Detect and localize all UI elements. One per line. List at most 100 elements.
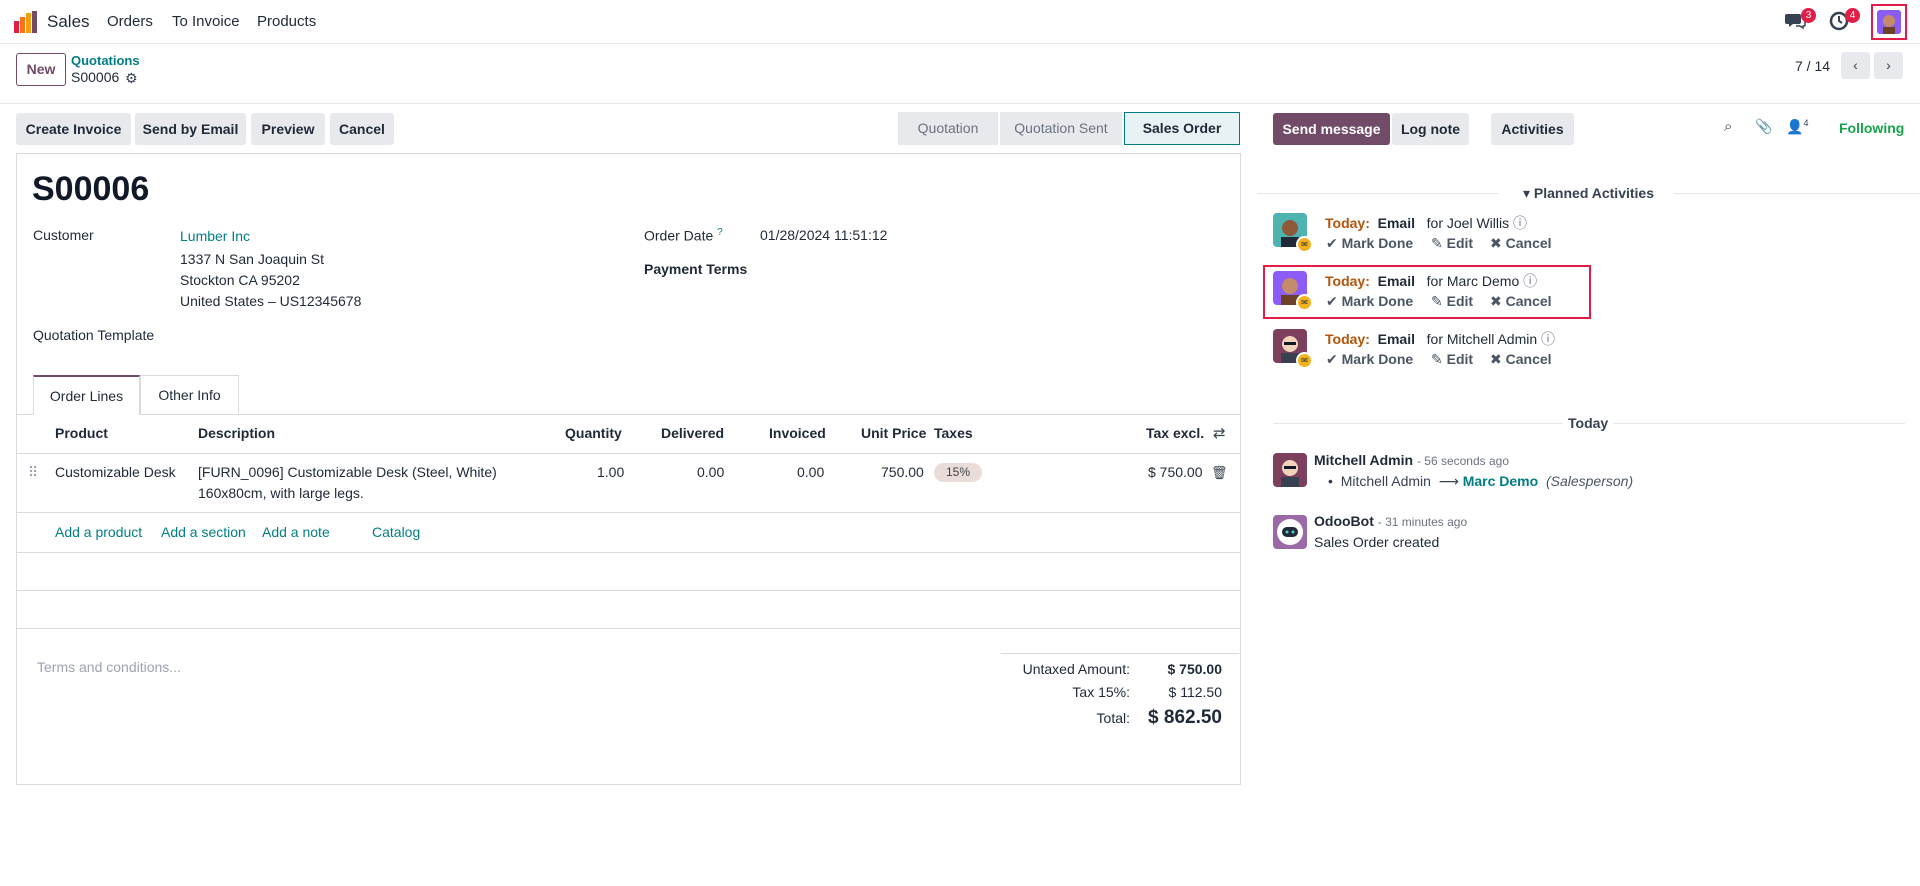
activity-2-edit[interactable]: ✎ Edit <box>1431 293 1473 310</box>
order-date-value[interactable]: 01/28/2024 11:51:12 <box>760 227 887 243</box>
following-button[interactable]: Following <box>1839 120 1904 136</box>
untaxed-value: $ 750.00 <box>1167 661 1223 677</box>
add-product-link[interactable]: Add a product <box>55 524 142 540</box>
customer-address-line3: United States – US12345678 <box>180 293 362 309</box>
activity-2-cancel[interactable]: ✖ Cancel <box>1490 293 1552 310</box>
email-activity-icon: ✉ <box>1296 352 1313 369</box>
email-activity-icon: ✉ <box>1296 294 1313 311</box>
col-tax-excl[interactable]: Tax excl. <box>1146 425 1204 441</box>
order-date-help-icon[interactable]: ? <box>717 227 723 238</box>
sales-app-icon[interactable] <box>14 11 38 33</box>
activity-2-mark-done[interactable]: ✔ Mark Done <box>1326 293 1413 310</box>
catalog-link[interactable]: Catalog <box>372 524 420 540</box>
planned-divider-right <box>1674 193 1920 194</box>
breadcrumb-quotations[interactable]: Quotations <box>71 53 140 68</box>
odoobot-avatar[interactable] <box>1273 515 1307 549</box>
row-subtotal: $ 750.00 <box>1148 464 1203 480</box>
user-avatar[interactable] <box>1871 4 1907 40</box>
pager-next-button[interactable]: › <box>1874 52 1903 79</box>
row-description-line2[interactable]: 160x80cm, with large legs. <box>198 485 364 501</box>
mitchell-admin-message-avatar[interactable] <box>1273 453 1307 487</box>
delete-row-icon[interactable]: 🗑 <box>1211 465 1228 481</box>
activity-3-cancel[interactable]: ✖ Cancel <box>1490 351 1552 368</box>
app-name[interactable]: Sales <box>47 12 90 32</box>
col-taxes[interactable]: Taxes <box>934 425 973 441</box>
send-message-button[interactable]: Send message <box>1273 113 1390 145</box>
stage-quotation-sent[interactable]: Quotation Sent <box>1000 112 1122 145</box>
terms-input[interactable]: Terms and conditions... <box>37 659 181 675</box>
row-invoiced[interactable]: 0.00 <box>797 464 824 480</box>
activity-1-edit[interactable]: ✎ Edit <box>1431 235 1473 252</box>
add-note-link[interactable]: Add a note <box>262 524 330 540</box>
row-delivered[interactable]: 0.00 <box>697 464 724 480</box>
top-navbar: Sales Orders To Invoice Products 3 4 <box>0 0 1920 44</box>
message-1-time: - 56 seconds ago <box>1416 454 1509 468</box>
activity-1-summary: Today: Email for Joel Willis ⓘ <box>1325 215 1528 231</box>
col-invoiced[interactable]: Invoiced <box>769 425 826 441</box>
followers-icon[interactable]: 👤4 <box>1786 118 1808 136</box>
menu-to-invoice[interactable]: To Invoice <box>172 13 240 30</box>
date-separator: Today <box>1568 415 1609 431</box>
new-button[interactable]: New <box>16 53 66 86</box>
cancel-order-button[interactable]: Cancel <box>330 113 394 145</box>
untaxed-label: Untaxed Amount: <box>1022 661 1130 677</box>
tab-order-lines[interactable]: Order Lines <box>33 375 140 415</box>
col-unit-price[interactable]: Unit Price <box>861 425 926 441</box>
message-1-author[interactable]: Mitchell Admin <box>1314 452 1413 468</box>
customer-address-line2: Stockton CA 95202 <box>180 272 300 288</box>
activities-badge: 4 <box>1845 8 1860 23</box>
activity-2-info-icon[interactable]: ⓘ <box>1523 273 1537 289</box>
customer-name-link[interactable]: Lumber Inc <box>180 228 250 244</box>
empty-row-divider-1 <box>17 590 1240 591</box>
date-divider-right <box>1613 423 1905 424</box>
date-divider-left <box>1273 423 1563 424</box>
search-icon[interactable]: ⌕ <box>1724 118 1732 135</box>
menu-products[interactable]: Products <box>257 13 316 30</box>
row-divider <box>17 512 1240 513</box>
col-delivered[interactable]: Delivered <box>661 425 724 441</box>
send-by-email-button[interactable]: Send by Email <box>135 113 246 145</box>
col-description[interactable]: Description <box>198 425 275 441</box>
activities-button[interactable]: Activities <box>1491 113 1574 145</box>
totals-divider <box>1001 653 1239 654</box>
activities-clock-icon[interactable]: 4 <box>1828 8 1860 34</box>
activity-3-info-icon[interactable]: ⓘ <box>1541 331 1555 347</box>
activity-1-info-icon[interactable]: ⓘ <box>1513 215 1527 231</box>
order-title: S00006 <box>32 170 150 208</box>
col-product[interactable]: Product <box>55 425 108 441</box>
planned-activities-toggle[interactable]: ▾ Planned Activities <box>1523 185 1654 202</box>
menu-orders[interactable]: Orders <box>107 13 153 30</box>
preview-button[interactable]: Preview <box>251 113 325 145</box>
message-1-header: Mitchell Admin - 56 seconds ago <box>1314 452 1509 468</box>
row-product[interactable]: Customizable Desk <box>55 464 176 480</box>
activity-3-mark-done[interactable]: ✔ Mark Done <box>1326 351 1413 368</box>
gear-icon[interactable]: ⚙ <box>125 70 138 87</box>
row-tax-badge[interactable]: 15% <box>934 463 982 482</box>
payment-terms-label: Payment Terms <box>644 261 748 277</box>
tab-other-info[interactable]: Other Info <box>140 375 239 415</box>
drag-handle-icon[interactable]: ⠿ <box>28 464 38 481</box>
activity-1-cancel[interactable]: ✖ Cancel <box>1490 235 1552 252</box>
tax-value: $ 112.50 <box>1168 684 1222 700</box>
paperclip-icon[interactable]: 📎 <box>1755 118 1772 135</box>
quotation-template-label: Quotation Template <box>33 327 155 343</box>
add-section-link[interactable]: Add a section <box>161 524 246 540</box>
column-settings-icon[interactable]: ⇄ <box>1213 424 1226 442</box>
row-quantity[interactable]: 1.00 <box>597 464 624 480</box>
row-unit-price[interactable]: 750.00 <box>881 464 924 480</box>
pager-value[interactable]: 7 / 14 <box>1795 58 1830 74</box>
messages-icon[interactable]: 3 <box>1784 8 1816 34</box>
pager-previous-button[interactable]: ‹ <box>1841 52 1870 79</box>
row-description-line1[interactable]: [FURN_0096] Customizable Desk (Steel, Wh… <box>198 464 497 480</box>
stage-sales-order[interactable]: Sales Order <box>1124 112 1240 145</box>
message-2-time: - 31 minutes ago <box>1377 515 1468 529</box>
col-quantity[interactable]: Quantity <box>565 425 622 441</box>
activity-3-edit[interactable]: ✎ Edit <box>1431 351 1473 368</box>
stage-quotation[interactable]: Quotation <box>898 112 998 145</box>
activity-1-mark-done[interactable]: ✔ Mark Done <box>1326 235 1413 252</box>
followers-count: 4 <box>1803 118 1809 128</box>
message-2-author[interactable]: OdooBot <box>1314 513 1374 529</box>
log-note-button[interactable]: Log note <box>1392 113 1469 145</box>
status-stages: Quotation Quotation Sent Sales Order <box>898 112 1240 145</box>
create-invoice-button[interactable]: Create Invoice <box>16 113 131 145</box>
